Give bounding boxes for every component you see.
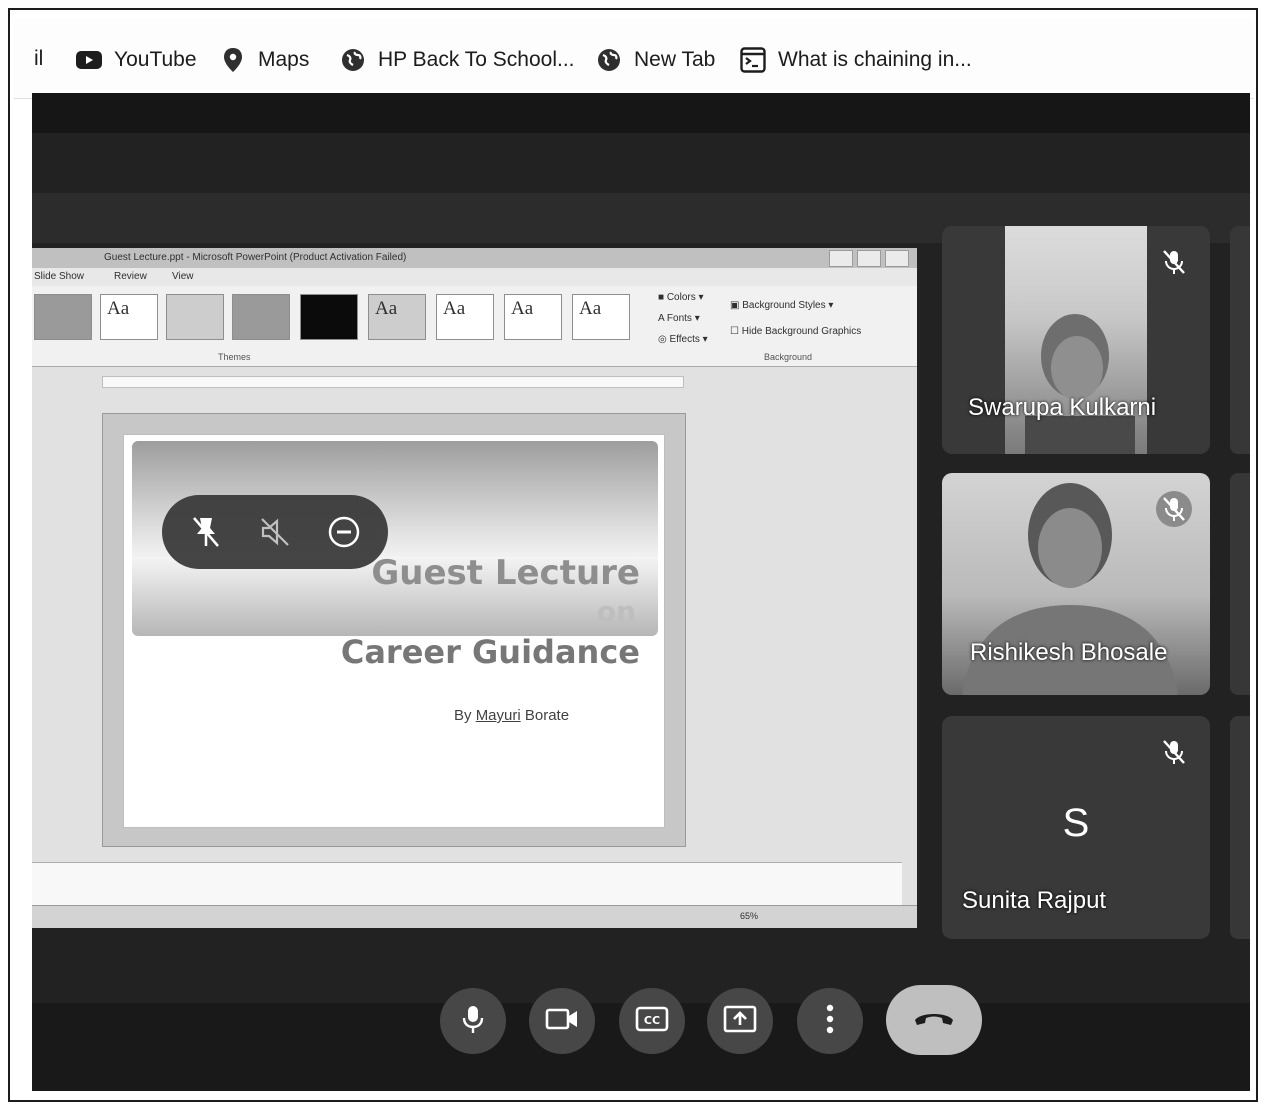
scan-band bbox=[32, 93, 1250, 133]
unpin-icon[interactable] bbox=[186, 512, 226, 552]
mic-button[interactable] bbox=[440, 988, 506, 1054]
notes-pane[interactable] bbox=[32, 862, 902, 905]
terminal-icon bbox=[740, 47, 766, 73]
window-buttons bbox=[829, 250, 909, 267]
bookmark-hp-back-to-school[interactable]: HP Back To School... bbox=[340, 47, 575, 73]
tile-edge bbox=[1230, 226, 1250, 454]
leave-call-icon bbox=[912, 1008, 956, 1033]
meeting-area: Guest Lecture.ppt - Microsoft PowerPoint… bbox=[32, 93, 1250, 1091]
effects-button[interactable]: ◎ Effects ▾ bbox=[658, 334, 708, 345]
presenter-overlay bbox=[162, 495, 388, 569]
present-button[interactable] bbox=[707, 988, 773, 1054]
powerpoint-status-bar: 65% bbox=[32, 905, 917, 928]
participant-name: Rishikesh Bhosale bbox=[970, 639, 1168, 666]
ribbon-group-background: Background bbox=[764, 352, 813, 362]
youtube-icon bbox=[76, 47, 102, 73]
hide-background-graphics-checkbox[interactable]: ☐ Hide Background Graphics bbox=[730, 326, 861, 337]
camera-icon bbox=[545, 1007, 579, 1036]
bookmark-what-is-chaining[interactable]: What is chaining in... bbox=[740, 47, 972, 73]
horizontal-ruler bbox=[102, 376, 684, 388]
theme-thumbnail[interactable]: Aa bbox=[436, 294, 494, 340]
bookmark-new-tab[interactable]: New Tab bbox=[596, 47, 715, 73]
captions-icon: CC bbox=[635, 1006, 669, 1037]
zoom-level: 65% bbox=[740, 911, 759, 921]
tile-edge bbox=[1230, 473, 1250, 695]
theme-thumbnail[interactable]: Aa bbox=[504, 294, 562, 340]
remove-icon[interactable] bbox=[324, 512, 364, 552]
ribbon-group-themes: Themes bbox=[218, 352, 251, 362]
background-styles-button[interactable]: ▣ Background Styles ▾ bbox=[730, 300, 833, 311]
bookmark-maps[interactable]: Maps bbox=[220, 47, 309, 73]
slide-canvas[interactable]: Guest Lecture on Career Guidance By Mayu… bbox=[102, 413, 686, 847]
theme-thumbnail[interactable]: Aa bbox=[100, 294, 158, 340]
theme-thumbnail[interactable] bbox=[34, 294, 92, 340]
slide-title-line3: Career Guidance bbox=[340, 633, 640, 671]
theme-thumbnail[interactable] bbox=[300, 294, 358, 340]
globe-icon bbox=[340, 47, 366, 73]
muted-mic-icon bbox=[1156, 734, 1192, 770]
slide-author: By Mayuri Borate bbox=[454, 707, 570, 724]
menu-slide-show[interactable]: Slide Show bbox=[34, 271, 84, 282]
participant-name: Sunita Rajput bbox=[962, 887, 1107, 914]
captions-button[interactable]: CC bbox=[619, 988, 685, 1054]
powerpoint-menu-row: Slide Show Review View bbox=[32, 268, 917, 286]
globe-icon bbox=[596, 47, 622, 73]
svg-text:CC: CC bbox=[644, 1014, 660, 1027]
more-options-button[interactable] bbox=[797, 988, 863, 1054]
theme-thumbnail[interactable] bbox=[166, 294, 224, 340]
slide-title-line2: on bbox=[596, 595, 636, 628]
muted-mic-icon bbox=[1156, 244, 1192, 280]
participant-name: Swarupa Kulkarni bbox=[968, 394, 1157, 421]
leave-call-button[interactable] bbox=[886, 985, 982, 1055]
theme-thumbnail[interactable]: Aa bbox=[572, 294, 630, 340]
participant-tile[interactable]: Rishikesh Bhosale bbox=[942, 473, 1210, 695]
participant-initial-avatar: S bbox=[1062, 801, 1090, 845]
participant-tile[interactable]: S Sunita Rajput bbox=[942, 716, 1210, 939]
slide[interactable]: Guest Lecture on Career Guidance By Mayu… bbox=[123, 434, 665, 828]
colors-button[interactable]: ■ Colors ▾ bbox=[658, 292, 704, 303]
powerpoint-title-bar: Guest Lecture.ppt - Microsoft PowerPoint… bbox=[32, 248, 917, 268]
muted-mic-icon bbox=[1156, 491, 1192, 527]
bookmark-cut[interactable]: il bbox=[34, 47, 43, 71]
theme-thumbnail[interactable] bbox=[232, 294, 290, 340]
minimize-icon[interactable] bbox=[829, 250, 853, 267]
menu-review[interactable]: Review bbox=[114, 271, 147, 282]
fonts-button[interactable]: A Fonts ▾ bbox=[658, 313, 700, 324]
bookmark-youtube[interactable]: YouTube bbox=[76, 47, 197, 73]
slide-title-line1: Guest Lecture bbox=[371, 553, 640, 593]
participant-tile[interactable]: Swarupa Kulkarni bbox=[942, 226, 1210, 454]
more-options-icon bbox=[825, 1004, 835, 1039]
menu-view[interactable]: View bbox=[172, 271, 194, 282]
maximize-icon[interactable] bbox=[857, 250, 881, 267]
mute-audio-icon[interactable] bbox=[255, 512, 295, 552]
theme-thumbnail[interactable]: Aa bbox=[368, 294, 426, 340]
powerpoint-ribbon: Aa Aa Aa Aa Aa ■ Colors ▾ A Fonts ▾ ◎ Ef… bbox=[32, 286, 917, 367]
camera-button[interactable] bbox=[529, 988, 595, 1054]
present-icon bbox=[723, 1005, 757, 1038]
shared-screen[interactable]: Guest Lecture.ppt - Microsoft PowerPoint… bbox=[32, 248, 917, 928]
mic-icon bbox=[461, 1004, 485, 1039]
maps-pin-icon bbox=[220, 47, 246, 73]
tile-edge bbox=[1230, 716, 1250, 939]
close-icon[interactable] bbox=[885, 250, 909, 267]
